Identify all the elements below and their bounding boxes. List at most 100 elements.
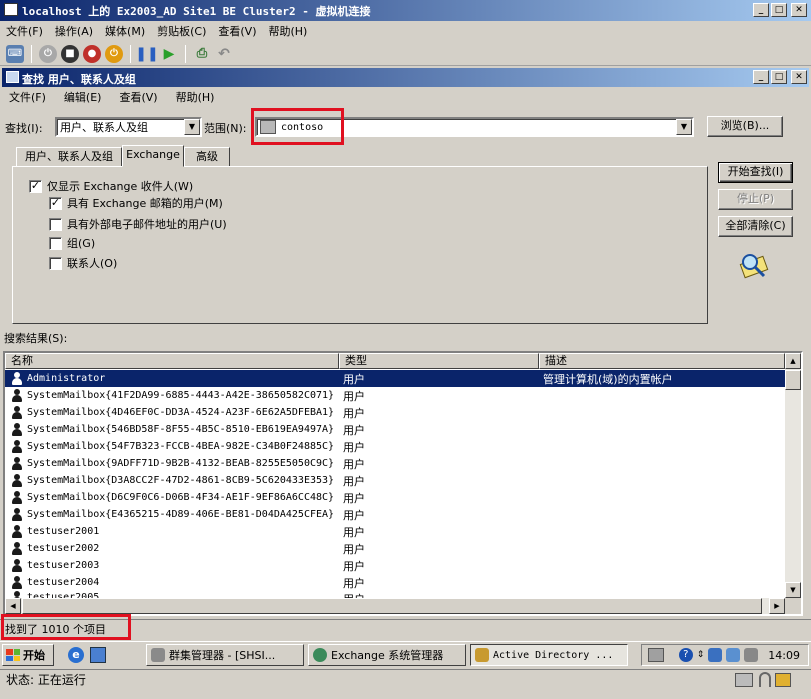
table-row[interactable]: testuser2003 用户	[5, 557, 785, 574]
pause-icon[interactable]: ❚❚	[135, 45, 158, 63]
scroll-left-icon[interactable]: ◀	[5, 598, 21, 614]
tab-users-contacts-groups[interactable]: 用户、联系人及组	[16, 147, 122, 167]
clock[interactable]: 14:09	[768, 649, 800, 662]
table-row[interactable]: SystemMailbox{9ADFF71D-9B2B-4132-BEAB-82…	[5, 455, 785, 472]
shutdown-icon[interactable]: ●	[83, 44, 101, 63]
find-close-button[interactable]: ✕	[791, 70, 807, 84]
row-name: SystemMailbox{41F2DA99-6885-4443-A42E-38…	[27, 390, 335, 401]
find-maximize-button[interactable]: □	[771, 70, 787, 84]
row-type: 用户	[343, 542, 365, 556]
user-icon	[11, 491, 23, 504]
active-directory-icon	[475, 648, 489, 662]
clear-all-button[interactable]: 全部清除(C)	[718, 216, 793, 237]
only-exchange-recipients-label: 仅显示 Exchange 收件人(W)	[47, 180, 194, 193]
vm-menu-help[interactable]: 帮助(H)	[268, 23, 307, 39]
network-icon[interactable]	[726, 648, 741, 662]
groups-option[interactable]: 组(G)	[49, 235, 95, 251]
task-exchange-system-manager[interactable]: Exchange 系统管理器	[308, 644, 466, 666]
find-now-button[interactable]: 开始查找(I)	[718, 162, 793, 183]
column-header-type[interactable]: 类型	[339, 353, 539, 369]
table-row[interactable]: SystemMailbox{4D46EF0C-DD3A-4524-A23F-6E…	[5, 404, 785, 421]
table-row[interactable]: SystemMailbox{D3A8CC2F-47D2-4861-8CB9-5C…	[5, 472, 785, 489]
network-icon[interactable]	[708, 648, 723, 662]
table-row[interactable]: testuser2004 用户	[5, 574, 785, 591]
start-icon[interactable]: ⏻	[39, 44, 57, 63]
find-type-combo[interactable]: 用户、联系人及组 ▼	[55, 117, 202, 137]
table-row[interactable]: testuser2002 用户	[5, 540, 785, 557]
start-button[interactable]: 开始	[2, 644, 54, 666]
table-row[interactable]: testuser2001 用户	[5, 523, 785, 540]
scroll-thumb[interactable]	[22, 598, 762, 614]
task-cluster-manager[interactable]: 群集管理器 - [SHSI...	[146, 644, 304, 666]
search-magnifier-icon	[736, 250, 772, 282]
horizontal-scrollbar[interactable]: ◀ ▶	[5, 598, 785, 614]
show-desktop-icon[interactable]	[90, 647, 106, 663]
scroll-right-icon[interactable]: ▶	[769, 598, 785, 614]
table-row[interactable]: SystemMailbox{D6C9F0C6-D06B-4F34-AE1F-9E…	[5, 489, 785, 506]
internet-explorer-icon[interactable]: e	[68, 647, 84, 663]
turn-off-icon[interactable]: ■	[61, 44, 79, 63]
vm-menu-action[interactable]: 操作(A)	[55, 23, 93, 39]
scroll-up-icon[interactable]: ▲	[785, 353, 801, 369]
table-row[interactable]: SystemMailbox{E4365215-4D89-406E-BE81-D0…	[5, 506, 785, 523]
user-icon	[11, 508, 23, 521]
find-menu-view[interactable]: 查看(V)	[119, 89, 157, 105]
vm-menu-clipboard[interactable]: 剪贴板(C)	[157, 23, 206, 39]
taskbar: 开始 e 群集管理器 - [SHSI... Exchange 系统管理器 Act…	[0, 641, 811, 668]
table-row[interactable]: SystemMailbox{54F7B323-FCCB-4BEA-982E-C3…	[5, 438, 785, 455]
users-with-mailbox-option[interactable]: ✓ 具有 Exchange 邮箱的用户(M)	[49, 195, 223, 211]
resume-icon[interactable]: ▶	[160, 45, 178, 63]
checkbox-unchecked[interactable]	[49, 236, 62, 250]
users-with-mailbox-label: 具有 Exchange 邮箱的用户(M)	[67, 197, 223, 210]
tab-exchange[interactable]: Exchange	[122, 145, 184, 167]
scroll-down-icon[interactable]: ▼	[785, 582, 801, 598]
column-header-name[interactable]: 名称	[5, 353, 339, 369]
task-active-directory[interactable]: Active Directory ...	[470, 644, 628, 666]
vm-menu-file[interactable]: 文件(F)	[6, 23, 43, 39]
vm-title-bar: localhost 上的 Ex2003_AD Site1 BE Cluster2…	[0, 0, 811, 21]
column-header-description[interactable]: 描述	[539, 353, 785, 369]
row-name: SystemMailbox{D3A8CC2F-47D2-4861-8CB9-5C…	[27, 475, 335, 486]
scroll-thumb[interactable]	[785, 370, 801, 390]
checkbox-checked[interactable]: ✓	[29, 179, 42, 193]
scope-combo[interactable]: contoso ▼	[255, 117, 694, 137]
volume-icon[interactable]	[744, 648, 759, 662]
tab-advanced[interactable]: 高级	[184, 147, 230, 167]
vm-menu-view[interactable]: 查看(V)	[218, 23, 256, 39]
maximize-button[interactable]: □	[771, 3, 787, 17]
browse-button[interactable]: 浏览(B)...	[707, 116, 783, 137]
checkbox-checked[interactable]: ✓	[49, 196, 62, 210]
stop-button[interactable]: 停止(P)	[718, 189, 793, 210]
vm-status-bar: 状态: 正在运行	[0, 669, 811, 699]
checkbox-unchecked[interactable]	[49, 217, 62, 231]
find-menu-edit[interactable]: 编辑(E)	[64, 89, 102, 105]
snapshot-icon[interactable]: ⎙	[193, 45, 211, 63]
vm-menu-media[interactable]: 媒体(M)	[105, 23, 145, 39]
vertical-scrollbar[interactable]: ▲ ▼	[785, 353, 801, 598]
contacts-option[interactable]: 联系人(O)	[49, 255, 117, 271]
row-type: 用户	[343, 440, 365, 454]
find-menu-file[interactable]: 文件(F)	[9, 89, 46, 105]
user-icon	[11, 542, 23, 555]
chevron-down-icon[interactable]: ▼	[184, 119, 200, 135]
power-icon[interactable]: ⏻	[105, 44, 123, 63]
find-minimize-button[interactable]: _	[753, 70, 769, 84]
close-button[interactable]: ✕	[791, 3, 807, 17]
ctrl-alt-del-icon[interactable]: ⌨	[6, 44, 24, 63]
table-row[interactable]: Administrator 用户 管理计算机(域)的内置帐户	[5, 370, 785, 387]
table-row[interactable]: SystemMailbox{546BD58F-8F55-4B5C-8510-EB…	[5, 421, 785, 438]
user-icon	[11, 576, 23, 589]
minimize-button[interactable]: _	[753, 3, 769, 17]
revert-icon[interactable]: ↶	[215, 45, 233, 63]
only-exchange-recipients-option[interactable]: ✓ 仅显示 Exchange 收件人(W)	[29, 178, 193, 194]
results-list[interactable]: 名称 类型 描述 Administrator 用户 管理计算机(域)的内置帐户 …	[3, 351, 803, 616]
checkbox-unchecked[interactable]	[49, 256, 62, 270]
users-with-external-email-option[interactable]: 具有外部电子邮件地址的用户(U)	[49, 216, 227, 232]
help-icon[interactable]: ?	[678, 648, 693, 662]
chevron-down-icon[interactable]: ▼	[676, 119, 692, 135]
tray-chevron-icon[interactable]: ⇕	[697, 650, 705, 660]
keyboard-icon	[735, 673, 753, 687]
table-row[interactable]: SystemMailbox{41F2DA99-6885-4443-A42E-38…	[5, 387, 785, 404]
user-icon	[11, 457, 23, 470]
find-menu-help[interactable]: 帮助(H)	[176, 89, 215, 105]
